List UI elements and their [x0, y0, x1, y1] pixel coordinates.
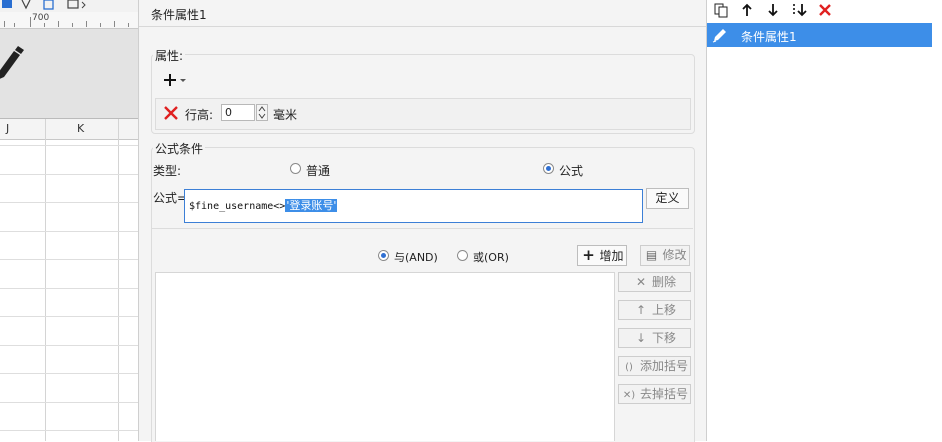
edit-pencil-icon	[711, 26, 729, 44]
delete-condition-button[interactable]: ✕ 删除	[618, 272, 691, 292]
move-down-condition-button[interactable]: ↓ 下移	[618, 328, 691, 348]
grid-line	[0, 259, 138, 260]
column-header-k[interactable]: K	[77, 122, 84, 135]
grid-line	[0, 288, 138, 289]
arrow-down-icon: ↓	[635, 331, 647, 345]
remove-bracket-icon: ✕)	[622, 390, 636, 401]
move-down-icon[interactable]	[765, 2, 781, 18]
condition-toolbar	[707, 0, 942, 22]
grid-line	[45, 119, 46, 441]
move-up-condition-label: 上移	[651, 303, 676, 317]
formula-input[interactable]: $fine_username<>'登录账号'	[184, 189, 643, 223]
report-toolbar	[0, 0, 138, 12]
arrow-up-icon: ↑	[635, 303, 647, 317]
grid-line	[0, 202, 138, 203]
move-up-condition-button[interactable]: ↑ 上移	[618, 300, 691, 320]
logic-option-or[interactable]: 或(OR)	[473, 249, 509, 265]
move-up-icon[interactable]	[739, 2, 755, 18]
horizontal-ruler: 700	[0, 12, 138, 29]
condition-item[interactable]: 条件属性1	[707, 23, 932, 47]
grid-line	[118, 119, 119, 441]
grid-line	[0, 316, 138, 317]
move-bottom-icon[interactable]	[791, 2, 807, 18]
plus-dropdown-icon	[164, 74, 186, 86]
logic-radio-or[interactable]	[457, 250, 468, 261]
row-height-label: 行高:	[185, 108, 214, 122]
formula-selected-text: '登录账号'	[285, 199, 338, 212]
condition-list-panel: 条件属性1	[707, 0, 942, 441]
grid-line	[0, 174, 138, 175]
spreadsheet-panel: 700 J K	[0, 0, 139, 441]
condition-item-label: 条件属性1	[741, 30, 797, 44]
divider	[139, 26, 706, 27]
type-label: 类型:	[153, 164, 182, 178]
grid-line	[0, 345, 138, 346]
design-canvas	[0, 29, 138, 119]
logic-radio-and[interactable]	[378, 250, 389, 261]
grid-line	[0, 430, 138, 431]
type-radio-normal[interactable]	[290, 163, 301, 174]
grid-line	[0, 145, 138, 146]
define-button[interactable]: 定义	[646, 188, 689, 209]
remove-bracket-label: 去掉括号	[639, 387, 688, 401]
close-icon: ✕	[635, 275, 647, 289]
formula-label: 公式=	[153, 191, 188, 205]
add-bracket-label: 添加括号	[639, 359, 688, 373]
plus-icon: +	[582, 246, 595, 264]
add-property-button[interactable]	[163, 71, 189, 91]
row-height-input[interactable]: 0	[221, 104, 255, 121]
properties-group-label: 属性:	[153, 47, 186, 64]
condition-attribute-dialog: 条件属性1 属性: 行高: 0 毫米 公式条件 类型: 普通 公式 公式= $f…	[139, 0, 707, 442]
add-condition-button[interactable]: + 增加	[577, 245, 627, 266]
add-bracket-button[interactable]: () 添加括号	[618, 356, 691, 376]
pencil-icon	[0, 46, 24, 79]
formula-condition-group-label: 公式条件	[153, 140, 206, 157]
edit-condition-button[interactable]: ▤ 修改	[640, 245, 690, 266]
move-down-condition-label: 下移	[651, 331, 676, 345]
spinner-down-icon[interactable]	[258, 113, 266, 119]
grid-line	[0, 373, 138, 374]
bracket-icon: ()	[625, 362, 633, 373]
formula-text: $fine_username<>	[189, 201, 286, 212]
remove-bracket-button[interactable]: ✕) 去掉括号	[618, 384, 691, 404]
type-option-normal[interactable]: 普通	[306, 162, 330, 179]
condition-list[interactable]	[155, 272, 615, 441]
add-condition-label: 增加	[599, 249, 624, 263]
edit-condition-label: 修改	[662, 248, 687, 262]
divider	[151, 228, 693, 229]
row-height-spinner[interactable]	[256, 104, 268, 121]
copy-icon[interactable]	[713, 2, 729, 18]
grid-line	[0, 231, 138, 232]
delete-condition-label: 删除	[651, 275, 676, 289]
type-option-formula[interactable]: 公式	[559, 162, 583, 179]
format-icon[interactable]	[21, 0, 31, 10]
type-radio-formula[interactable]	[543, 163, 554, 174]
delete-icon[interactable]	[817, 2, 833, 18]
dialog-title: 条件属性1	[151, 8, 207, 22]
grid-line	[0, 402, 138, 403]
edit-icon: ▤	[645, 248, 658, 262]
spinner-up-icon[interactable]	[258, 106, 266, 112]
ruler-label: 700	[32, 13, 50, 23]
column-header-j[interactable]: J	[6, 122, 9, 135]
unit-label: 毫米	[273, 108, 298, 122]
border-icon[interactable]	[67, 0, 79, 9]
chevron-right-icon[interactable]	[81, 1, 86, 9]
save-icon[interactable]	[2, 0, 12, 8]
red-x-icon[interactable]	[163, 105, 179, 121]
copy-format-icon[interactable]	[43, 0, 54, 10]
logic-option-and[interactable]: 与(AND)	[394, 249, 438, 265]
